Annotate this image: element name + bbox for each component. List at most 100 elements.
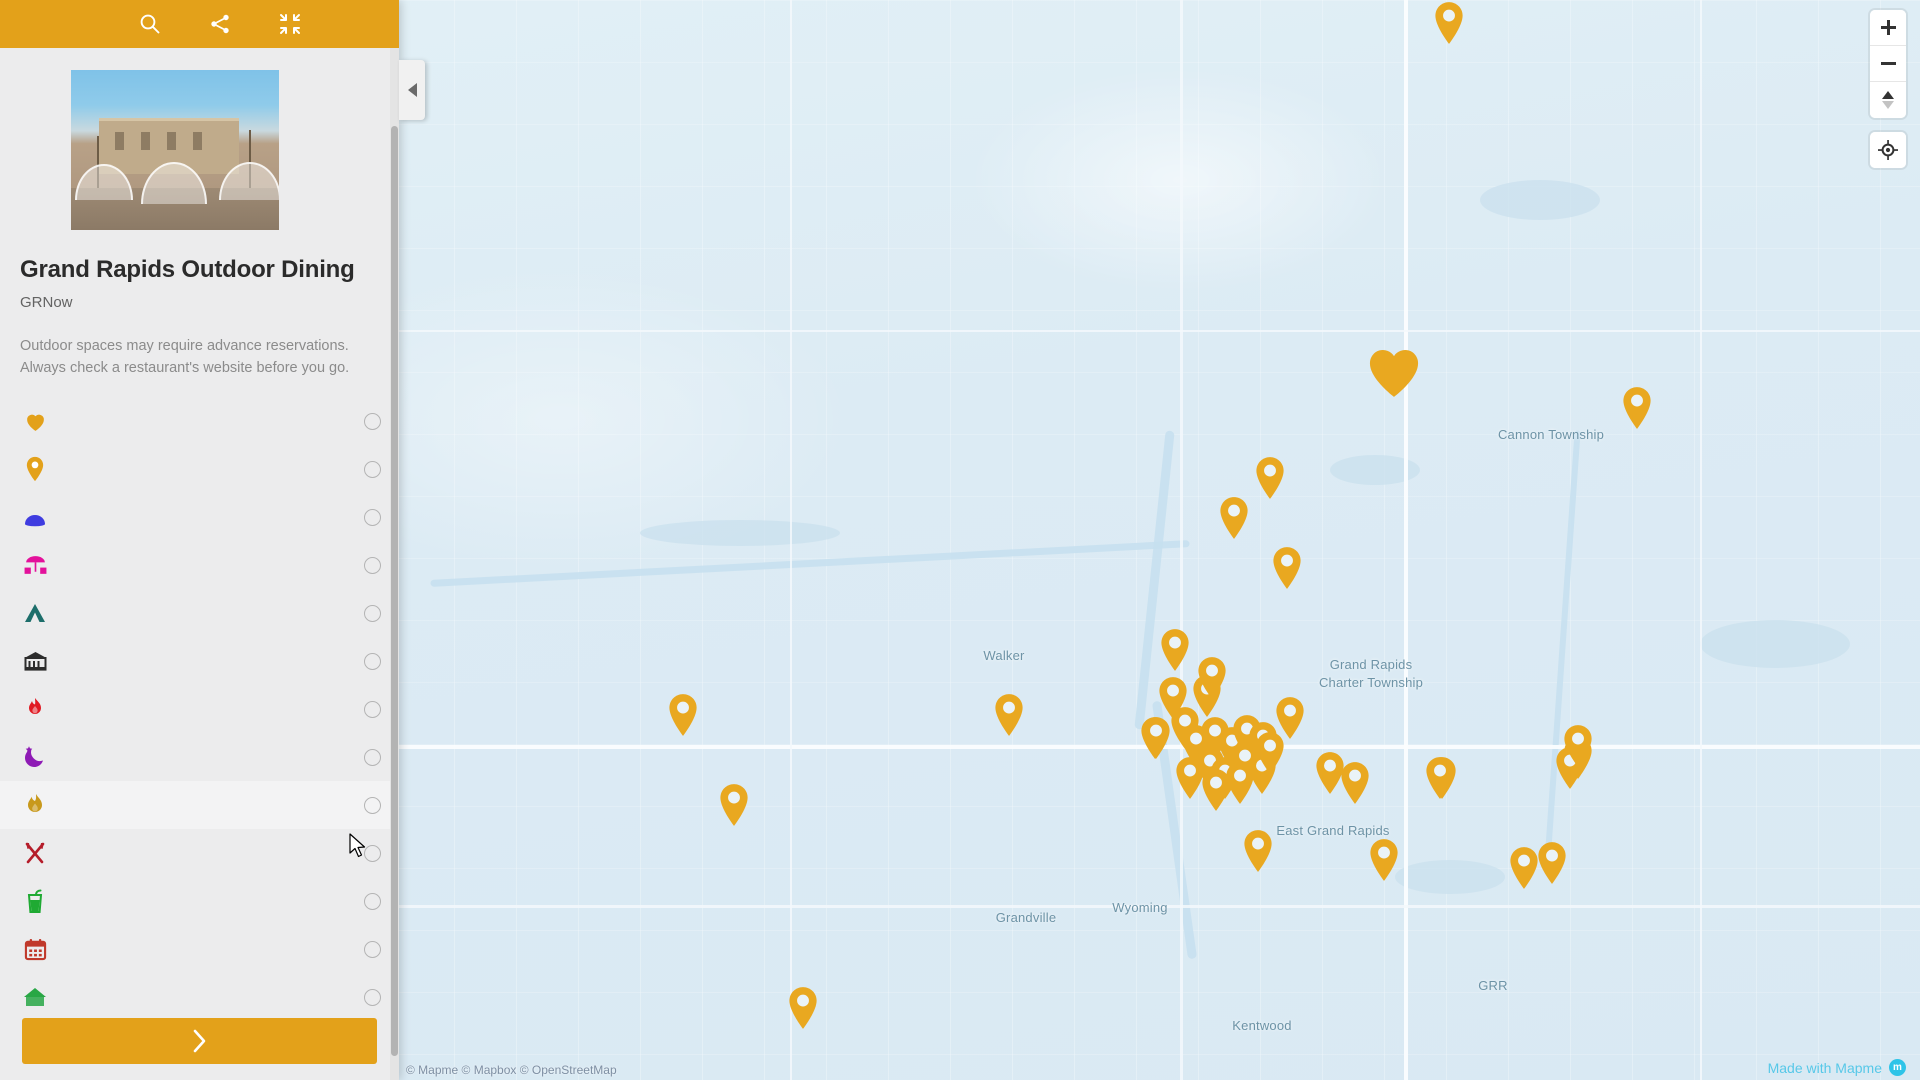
- map-pin-icon: [26, 456, 44, 482]
- category-toggle[interactable]: [364, 700, 381, 718]
- sidebar-collapse-tab[interactable]: [399, 60, 425, 120]
- map-place-label: Cannon Township: [1497, 427, 1605, 442]
- category-toggle[interactable]: [364, 892, 381, 910]
- category-toggle[interactable]: [364, 796, 381, 814]
- category-toggle[interactable]: [364, 988, 381, 1006]
- made-with-label: Made with Mapme: [1767, 1059, 1882, 1076]
- category-toggle[interactable]: [364, 604, 381, 622]
- category-row-greenhouse-hut[interactable]: [0, 973, 399, 1021]
- map-pin-icon: [1226, 762, 1254, 804]
- search-icon[interactable]: [139, 13, 161, 35]
- map-pin-marker[interactable]: [1621, 386, 1654, 430]
- map-controls: [1870, 10, 1906, 182]
- map-pin-marker[interactable]: [1536, 841, 1569, 885]
- map-pin-icon: [669, 694, 697, 736]
- map-pin-marker[interactable]: [1562, 724, 1595, 768]
- category-row-heated[interactable]: [0, 781, 399, 830]
- page-subtitle: GRNow: [20, 294, 73, 311]
- shanty-icon: [24, 652, 46, 671]
- map-pin-marker[interactable]: [1218, 496, 1251, 540]
- map-water-body: [1480, 180, 1600, 220]
- cutlery-icon: [25, 842, 45, 864]
- map-pin-marker[interactable]: [1368, 838, 1401, 882]
- map-pin-marker[interactable]: [993, 693, 1026, 737]
- map-place-label: Walker: [983, 648, 1025, 663]
- dome-icon: [25, 515, 45, 527]
- sidebar-scroll-area[interactable]: Grand Rapids Outdoor Dining GRNow Outdoo…: [0, 48, 399, 1080]
- flame-icon: [28, 793, 42, 812]
- map-place-label: East Grand Rapids: [1276, 823, 1390, 838]
- category-row-dome[interactable]: [0, 493, 399, 541]
- category-row-open-late-10pm-or-later[interactable]: [0, 733, 399, 781]
- category-icon: [20, 938, 50, 961]
- category-icon: [20, 409, 50, 434]
- category-row-reservations-needed-or[interactable]: [0, 925, 399, 973]
- sidebar-scrollbar-track[interactable]: [390, 48, 399, 1080]
- map-pin-marker[interactable]: [787, 986, 820, 1030]
- category-icon: [20, 793, 50, 818]
- map-pin-marker[interactable]: [1159, 628, 1192, 672]
- map-road: [330, 330, 1920, 332]
- category-toggle[interactable]: [364, 508, 381, 526]
- map-attribution[interactable]: © Mapme © Mapbox © OpenStreetMap: [406, 1063, 617, 1077]
- map-road: [1700, 0, 1702, 1080]
- collapse-icon[interactable]: [279, 13, 301, 35]
- category-row-food[interactable]: [0, 829, 399, 877]
- map-pin-marker[interactable]: [1424, 756, 1457, 800]
- map-pin-marker[interactable]: [1254, 456, 1287, 500]
- category-row-drinks-only[interactable]: [0, 877, 399, 925]
- category-toggle[interactable]: [364, 460, 381, 478]
- cover-window: [141, 132, 150, 150]
- category-icon: [20, 553, 50, 578]
- category-toggle[interactable]: [364, 748, 381, 766]
- category-row-outdoor-dining[interactable]: [0, 445, 399, 493]
- made-with-mapme[interactable]: Made with Mapme m: [1768, 1059, 1906, 1076]
- category-row-tent[interactable]: [0, 589, 399, 637]
- category-icon: [20, 841, 50, 865]
- patio-icon: [24, 555, 46, 574]
- map-pin-icon: [1161, 629, 1189, 671]
- zoom-out-button[interactable]: [1870, 46, 1906, 82]
- category-icon: [20, 456, 50, 482]
- map-heart-marker[interactable]: [1364, 345, 1424, 404]
- moon-icon: [24, 746, 43, 768]
- category-toggle[interactable]: [364, 940, 381, 958]
- map-pin-icon: [995, 694, 1023, 736]
- map-pin-marker[interactable]: [1433, 1, 1466, 45]
- category-toggle[interactable]: [364, 844, 381, 862]
- map-pin-icon: [1256, 732, 1284, 774]
- geolocate-control-group: [1870, 132, 1906, 168]
- map-road: [790, 0, 792, 1080]
- compass-button[interactable]: [1870, 82, 1906, 118]
- map-water-body: [640, 520, 840, 546]
- category-row-shanty[interactable]: [0, 637, 399, 685]
- map-app-root: Cannon Township Walker Grand Rapids Charter…: [0, 0, 1920, 1080]
- sidebar-header: [0, 0, 399, 48]
- map-pin-marker[interactable]: [1140, 716, 1173, 760]
- map-pin-marker[interactable]: [1339, 761, 1372, 805]
- map-pin-marker[interactable]: [1242, 829, 1275, 873]
- map-pin-marker[interactable]: [1271, 546, 1304, 590]
- map-pin-marker[interactable]: [1224, 761, 1257, 805]
- map-pin-marker[interactable]: [667, 693, 700, 737]
- minus-icon: [1880, 56, 1896, 71]
- map-pin-icon: [1435, 2, 1463, 44]
- chevron-left-icon: [407, 83, 417, 97]
- map-pin-marker[interactable]: [718, 783, 751, 827]
- zoom-in-button[interactable]: [1870, 10, 1906, 46]
- map-pin-icon: [1623, 387, 1651, 429]
- category-row-patio[interactable]: [0, 541, 399, 589]
- map-pin-icon: [1273, 547, 1301, 589]
- share-icon[interactable]: [209, 13, 231, 35]
- category-toggle[interactable]: [364, 412, 381, 430]
- category-row-fire-pit[interactable]: [0, 685, 399, 733]
- heart-icon: [1369, 349, 1419, 397]
- category-toggle[interactable]: [364, 556, 381, 574]
- map-pin-marker[interactable]: [1254, 731, 1287, 775]
- category-row-spots-we-3[interactable]: [0, 397, 399, 445]
- sidebar-scrollbar-thumb[interactable]: [391, 126, 398, 1056]
- map-pin-marker[interactable]: [1196, 656, 1229, 700]
- geolocate-button[interactable]: [1870, 132, 1906, 168]
- next-button[interactable]: [22, 1018, 377, 1064]
- category-toggle[interactable]: [364, 652, 381, 670]
